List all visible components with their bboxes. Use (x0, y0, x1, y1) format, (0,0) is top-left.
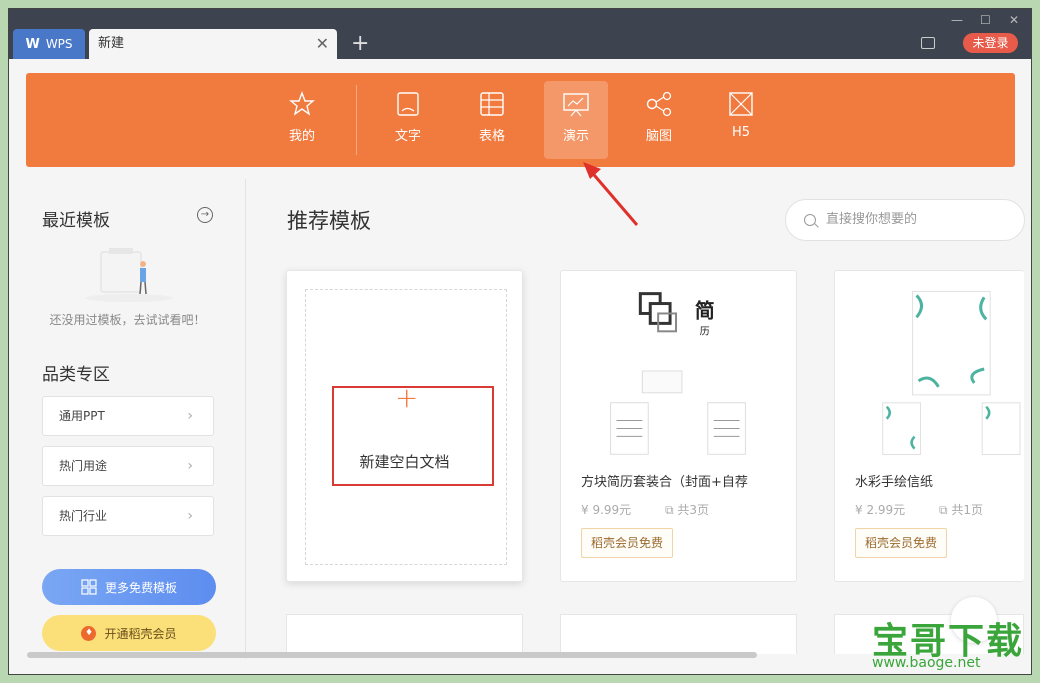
category-presentation[interactable]: 演示 (544, 81, 608, 159)
grid-icon (81, 579, 97, 595)
vip-free-badge[interactable]: 稻壳会员免费 (581, 528, 674, 558)
docer-logo-icon: ♦ (81, 625, 97, 641)
category-zone-title: 品类专区 (42, 365, 110, 385)
minimize-icon[interactable]: — (951, 13, 963, 27)
template-card-partial[interactable] (286, 614, 523, 654)
template-card-partial[interactable] (560, 614, 797, 654)
category-label: 演示 (562, 129, 589, 144)
title-bar: W WPS 新建 ✕ + — ☐ ✕ 未登录 (9, 9, 1031, 59)
category-label: 表格 (478, 129, 505, 144)
tab-new-label: 新建 (98, 36, 125, 51)
template-card[interactable]: 水彩手绘信纸 ¥ 2.99元 ⧉ 共1页 稻壳会员免费 (834, 270, 1024, 582)
open-vip-label: 开通稻壳会员 (104, 626, 177, 641)
template-price-value: 9.99元 (592, 503, 632, 517)
watermark-url: www.baoge.net (872, 655, 981, 671)
template-pages-value: 共1页 (951, 503, 984, 517)
category-item-ppt[interactable]: 通用PPT › (42, 396, 214, 436)
template-price: ¥ 9.99元 (581, 503, 632, 517)
category-mine[interactable]: 我的 (270, 81, 334, 159)
tab-wps-label: WPS (45, 37, 73, 51)
search-placeholder: 直接搜你想要的 (826, 212, 918, 227)
recent-empty-text: 还没用过模板，去试试看吧！ (49, 313, 206, 327)
category-divider (356, 85, 357, 155)
more-free-templates-button[interactable]: 更多免费模板 (42, 569, 216, 605)
arrow-right-circle-icon[interactable]: → (197, 207, 213, 223)
new-blank-document-card[interactable]: + 新建空白文档 (286, 270, 523, 582)
template-card[interactable]: 简 历 方块简历套装合（封面+自荐 ¥ 9.99元 ⧉ 共3页 稻壳会员免费 (560, 270, 797, 582)
template-price: ¥ 2.99元 (855, 503, 906, 517)
category-item-label: 热门行业 (59, 509, 108, 523)
category-label: 脑图 (645, 129, 672, 144)
category-bar: 我的 文字 表格 演示 脑图 H5 (26, 73, 1015, 167)
plus-icon: + (395, 381, 419, 414)
window-close-icon[interactable]: ✕ (1009, 13, 1019, 27)
document-icon (397, 92, 419, 116)
star-icon (289, 91, 315, 116)
new-blank-document-label: 新建空白文档 (359, 453, 450, 471)
sidebar: 最近模板 → 还没用过模板，去试试看吧！ 品类专区 通用PPT › 热门用途 ›… (9, 179, 246, 659)
maximize-icon[interactable]: ☐ (980, 13, 991, 27)
recent-templates-title: 最近模板 (42, 211, 110, 231)
template-price-value: 2.99元 (866, 503, 906, 517)
category-item-usage[interactable]: 热门用途 › (42, 446, 214, 486)
template-pages: ⧉ 共1页 (939, 503, 984, 517)
template-title: 水彩手绘信纸 (855, 475, 934, 490)
app-window: W WPS 新建 ✕ + — ☐ ✕ 未登录 我的 文字 表格 演示 脑图 H5… (8, 8, 1032, 675)
recommended-templates-title: 推荐模板 (287, 209, 371, 233)
add-tab-icon[interactable]: + (351, 31, 369, 57)
category-item-label: 通用PPT (59, 409, 105, 423)
empty-board-illustration (85, 248, 173, 302)
category-h5[interactable]: H5 (709, 81, 773, 159)
category-label: 我的 (288, 129, 315, 144)
template-thumbnail (882, 290, 1021, 456)
search-icon (804, 214, 816, 226)
mindmap-icon (646, 91, 672, 117)
more-free-templates-label: 更多免费模板 (104, 580, 177, 595)
tab-wps-home[interactable]: W WPS (13, 29, 85, 59)
template-pages-value: 共3页 (677, 503, 710, 517)
template-thumbnail: 简 历 (610, 292, 746, 455)
category-item-label: 热门用途 (59, 459, 108, 473)
category-label: 文字 (394, 129, 421, 144)
category-mindmap[interactable]: 脑图 (627, 81, 691, 159)
tab-new[interactable]: 新建 ✕ (89, 29, 337, 59)
category-writer[interactable]: 文字 (376, 81, 440, 159)
chevron-right-icon: › (187, 408, 193, 424)
thumb-text: 历 (700, 325, 710, 337)
category-label: H5 (731, 125, 751, 140)
category-sheet[interactable]: 表格 (460, 81, 524, 159)
chevron-right-icon: › (187, 508, 193, 524)
vip-free-badge[interactable]: 稻壳会员免费 (855, 528, 948, 558)
table-icon (480, 92, 504, 116)
chevron-right-icon: › (187, 458, 193, 474)
login-button[interactable]: 未登录 (963, 33, 1018, 53)
annotation-arrow-icon (583, 162, 639, 226)
wps-logo-icon: W (25, 36, 40, 52)
template-search-input[interactable]: 直接搜你想要的 (785, 199, 1025, 241)
device-icon[interactable] (921, 37, 935, 49)
horizontal-scrollbar[interactable] (27, 652, 757, 658)
template-title: 方块简历套装合（封面+自荐 (581, 475, 748, 490)
open-vip-button[interactable]: ♦ 开通稻壳会员 (42, 615, 216, 651)
presentation-icon (563, 93, 589, 117)
category-item-industry[interactable]: 热门行业 › (42, 496, 214, 536)
template-pages: ⧉ 共3页 (665, 503, 710, 517)
close-icon[interactable]: ✕ (316, 29, 329, 59)
thumb-text: 简 (695, 299, 715, 322)
h5-icon (729, 92, 753, 116)
